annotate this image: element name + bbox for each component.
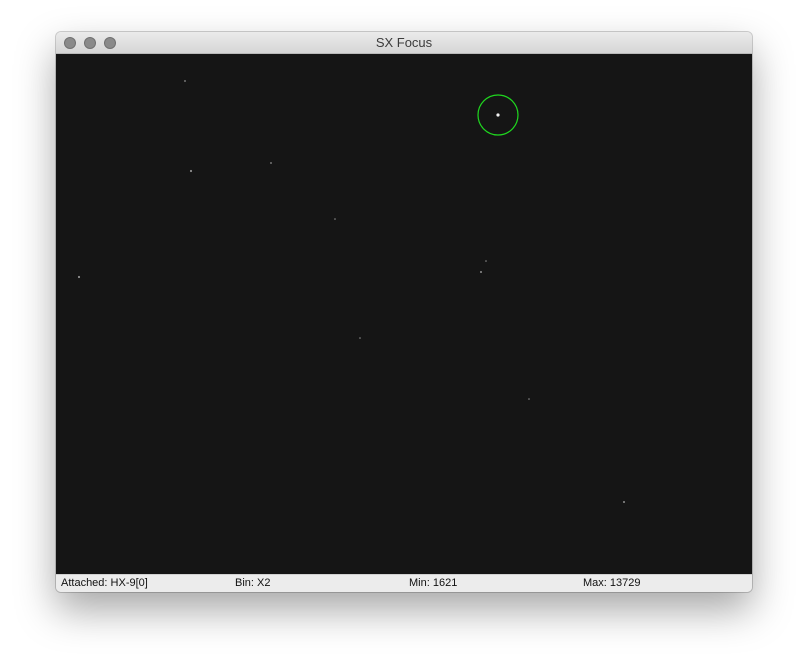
attached-camera-status: Attached: HX-9[0]	[61, 577, 148, 589]
star	[485, 260, 487, 262]
star	[189, 169, 193, 173]
star	[77, 275, 81, 279]
star	[270, 162, 272, 164]
star	[623, 501, 625, 503]
sx-focus-window: SX Focus Attached: HX-9[0] Bin: X2 Min:	[56, 32, 752, 592]
star	[528, 398, 530, 400]
binning-status: Bin: X2	[235, 577, 271, 589]
status-bar: Attached: HX-9[0] Bin: X2 Min: 1621 Max:…	[56, 574, 752, 592]
title-bar[interactable]: SX Focus	[56, 32, 752, 54]
star	[334, 218, 336, 220]
star	[359, 337, 361, 339]
window-title: SX Focus	[375, 35, 433, 50]
focus-star	[496, 113, 500, 117]
star-field	[56, 54, 752, 574]
star	[480, 271, 482, 273]
star	[184, 80, 186, 82]
focus-image-view[interactable]	[56, 54, 752, 574]
min-value-status: Min: 1621	[409, 577, 458, 589]
max-value-status: Max: 13729	[583, 577, 641, 589]
image-background	[56, 54, 752, 574]
